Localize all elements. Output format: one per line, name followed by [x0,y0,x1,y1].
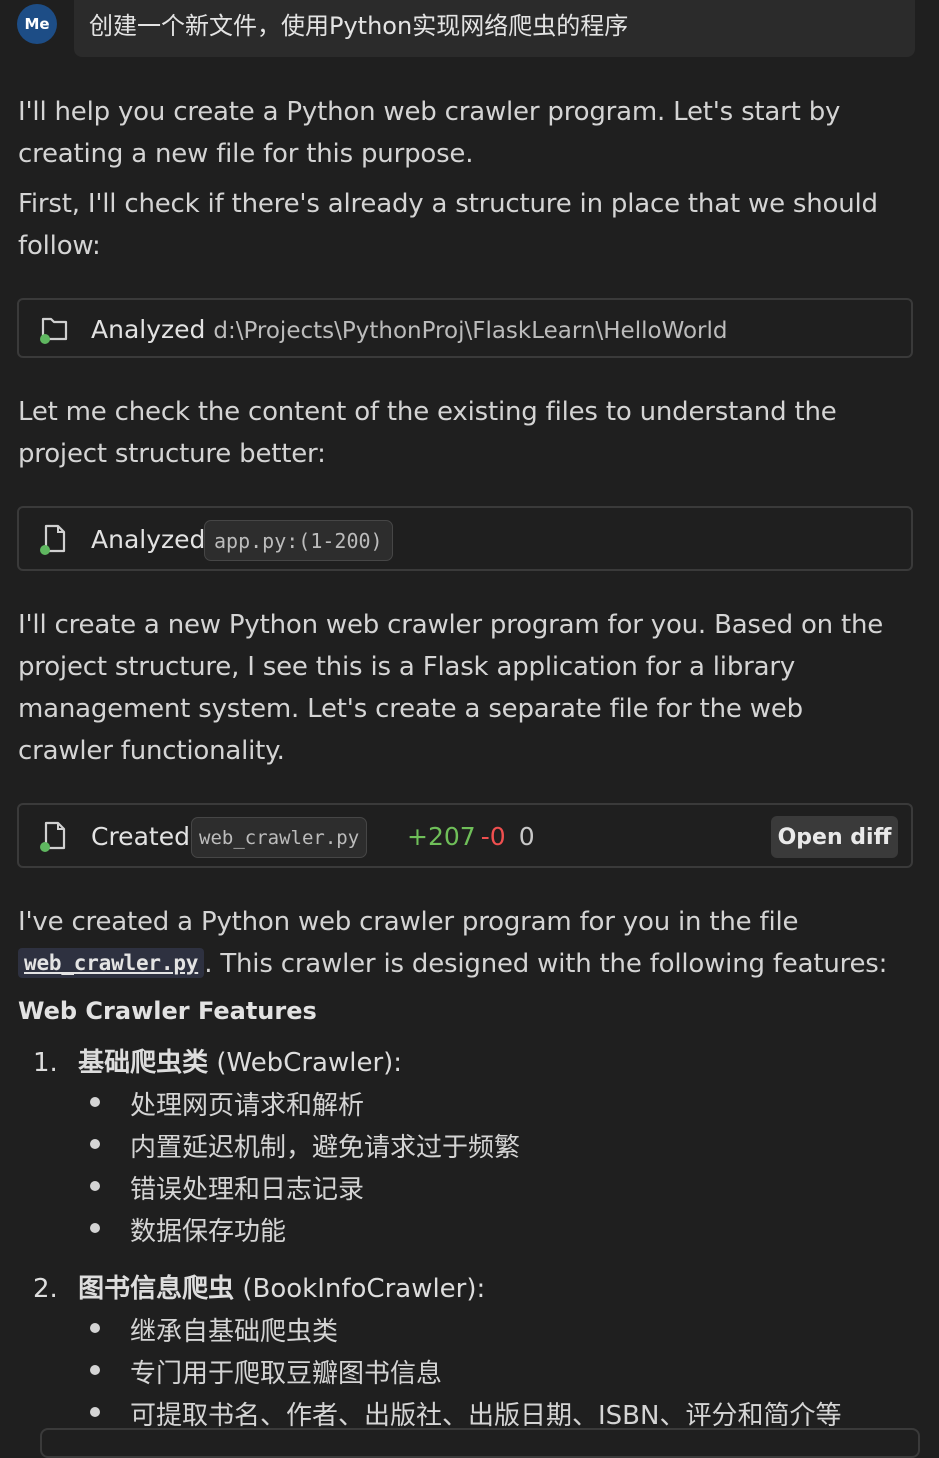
assistant-paragraph-check-files: Let me check the content of the existing… [18,397,837,469]
file-icon [40,524,66,555]
feature-list-item: 1. 基础爬虫类 (WebCrawler): [33,1042,402,1079]
tool-status-label: Analyzed [91,315,206,344]
list-title-cn: 基础爬虫类 [78,1048,209,1078]
tool-status-label: Created [91,822,190,851]
status-dot-icon [40,545,50,555]
bullet-item: 数据保存功能 [130,1217,287,1247]
bullet-item: 可提取书名、作者、出版社、出版日期、ISBN、评分和简介等 [130,1401,842,1431]
list-number: 1. [33,1048,58,1078]
tool-status-label: Analyzed [91,525,206,554]
diff-additions: +207 [407,822,476,851]
bullet-icon [90,1181,100,1191]
bullet-item: 错误处理和日志记录 [130,1175,365,1205]
inline-code-filename[interactable]: web_crawler.py [18,948,205,978]
bullet-icon [90,1223,100,1233]
bullet-icon [90,1407,100,1417]
list-title-en: (BookInfoCrawler): [242,1274,486,1304]
open-diff-button[interactable]: Open diff [771,816,898,858]
tool-call-analyzed-folder[interactable]: Analyzed d:\Projects\PythonProj\FlaskLea… [17,298,913,358]
bullet-icon [90,1139,100,1149]
bullet-icon [90,1323,100,1333]
diff-zero: 0 [518,822,535,851]
list-number: 2. [33,1274,58,1304]
bullet-item: 专门用于爬取豆瓣图书信息 [130,1359,443,1389]
file-chip-web-crawler[interactable]: web_crawler.py [191,817,368,858]
user-message-text: 创建一个新文件，使用Python实现网络爬虫的程序 [89,12,629,40]
tool-call-analyzed-file[interactable]: Analyzed app.py:(1-200) [17,506,913,571]
summary-suffix: . This crawler is designed with the foll… [204,949,888,979]
next-tool-call-box [40,1428,920,1458]
file-chip-app-py[interactable]: app.py:(1-200) [204,520,393,561]
diff-deletions: -0 [480,822,506,851]
feature-list-item: 2. 图书信息爬虫 (BookInfoCrawler): [33,1268,485,1305]
assistant-paragraph-plan: I'll create a new Python web crawler pro… [18,610,884,766]
features-heading: Web Crawler Features [18,997,317,1025]
list-title-en: (WebCrawler): [216,1048,403,1078]
bullet-item: 处理网页请求和解析 [130,1091,365,1121]
file-icon [40,821,66,852]
user-avatar: Me [17,4,57,44]
user-message-row: Me 创建一个新文件，使用Python实现网络爬虫的程序 [0,0,939,64]
tool-folder-path[interactable]: d:\Projects\PythonProj\FlaskLearn\HelloW… [213,318,727,344]
summary-prefix: I've created a Python web crawler progra… [18,907,799,937]
assistant-paragraph-check-structure: First, I'll check if there's already a s… [18,189,878,261]
assistant-paragraph-summary: I've created a Python web crawler progra… [18,901,908,985]
status-dot-icon [40,842,50,852]
diff-stats: +207 -0 0 [407,822,535,851]
tool-call-created-file[interactable]: Created web_crawler.py +207 -0 0 Open di… [17,803,913,868]
bullet-item: 继承自基础爬虫类 [130,1317,339,1347]
bullet-icon [90,1097,100,1107]
assistant-paragraph-intro: I'll help you create a Python web crawle… [18,97,841,169]
list-title-cn: 图书信息爬虫 [78,1274,235,1304]
status-dot-icon [40,334,50,344]
user-message-bubble: 创建一个新文件，使用Python实现网络爬虫的程序 [74,0,915,57]
folder-icon [40,317,68,344]
bullet-item: 内置延迟机制，避免请求过于频繁 [130,1133,521,1163]
bullet-icon [90,1365,100,1375]
